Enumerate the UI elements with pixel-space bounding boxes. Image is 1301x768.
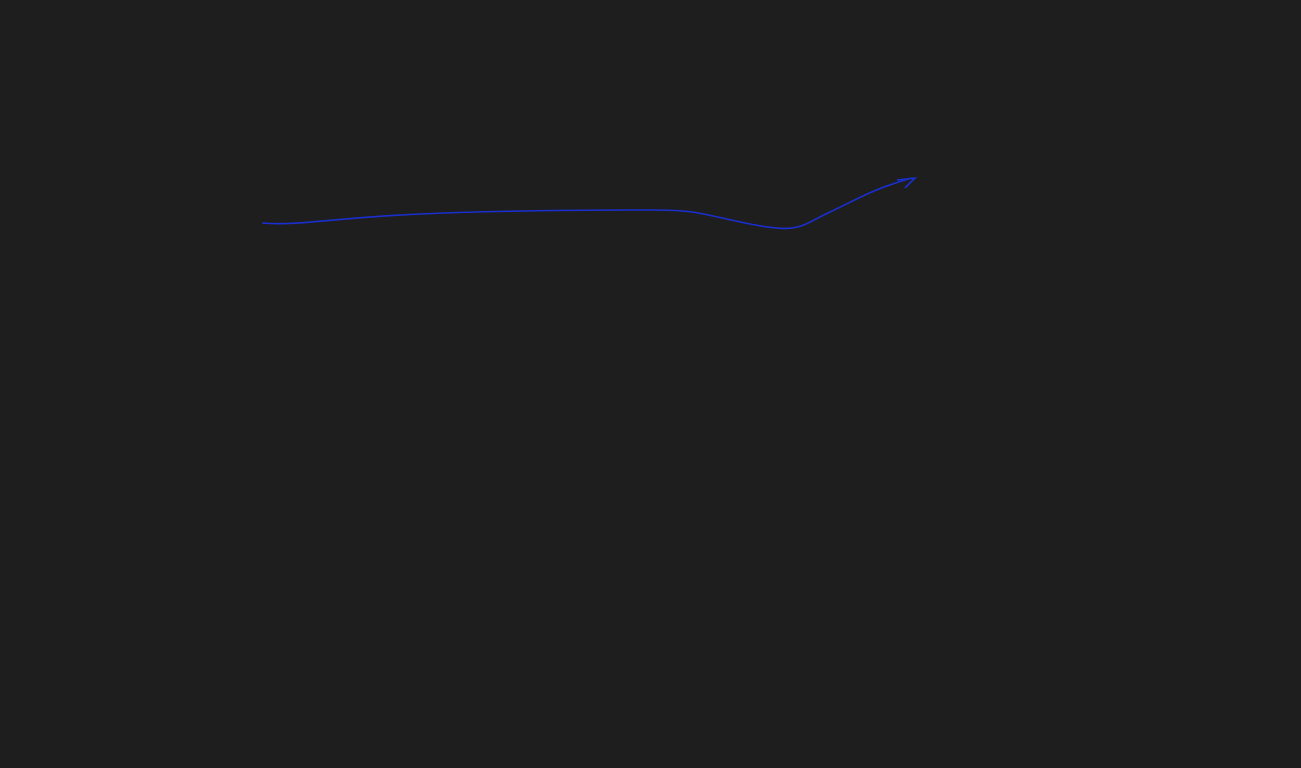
annotation-arrow xyxy=(261,176,918,230)
annotation-arrow-head xyxy=(896,176,918,189)
annotation-arrow-line xyxy=(261,177,913,230)
